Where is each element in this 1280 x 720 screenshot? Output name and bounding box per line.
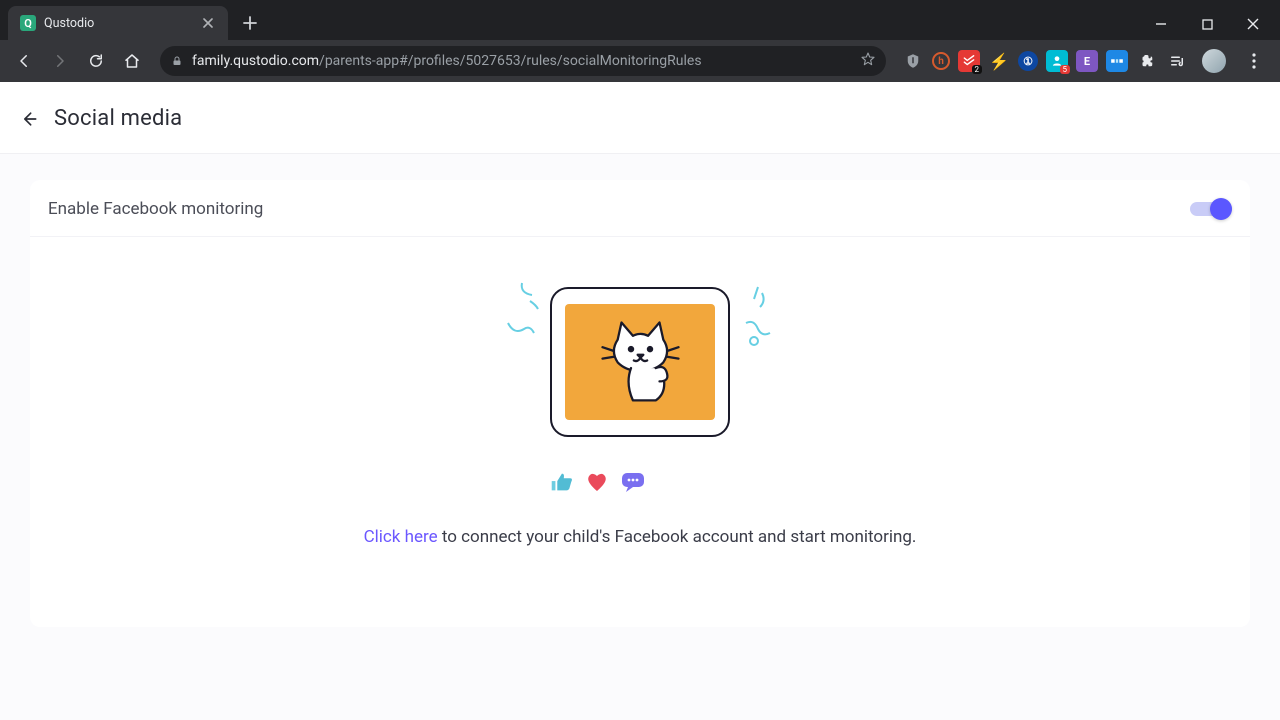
favicon: Q — [20, 15, 36, 31]
extension-bolt-icon[interactable]: ⚡ — [988, 50, 1010, 72]
page-header: Social media — [0, 82, 1280, 154]
browser-tab[interactable]: Q Qustodio — [8, 6, 228, 40]
comment-icon — [620, 471, 646, 493]
extension-circle-icon[interactable]: h — [932, 52, 950, 70]
heart-icon — [584, 471, 610, 493]
url-path: /parents-app#/profiles/5027653/rules/soc… — [319, 53, 702, 69]
facebook-monitoring-toggle[interactable] — [1190, 198, 1232, 220]
cat-illustration — [530, 277, 750, 457]
extension-blue-icon[interactable] — [1106, 50, 1128, 72]
lock-icon — [170, 54, 184, 68]
bookmark-star-icon[interactable] — [860, 51, 876, 71]
extension-1password-icon[interactable]: ① — [1018, 51, 1038, 71]
extension-todoist-icon[interactable]: 2 — [958, 50, 980, 72]
setting-row-facebook: Enable Facebook monitoring — [30, 180, 1250, 237]
minimize-button[interactable] — [1138, 8, 1184, 40]
extension-e-icon[interactable]: E — [1076, 50, 1098, 72]
browser-chrome: Q Qustodio family.qustodio.com/parents-a… — [0, 0, 1280, 82]
tabs-strip: Q Qustodio — [0, 6, 264, 40]
titlebar: Q Qustodio — [0, 0, 1280, 40]
close-tab-icon[interactable] — [200, 15, 216, 31]
reload-button[interactable] — [80, 45, 112, 77]
cta-rest-text: to connect your child's Facebook account… — [438, 527, 917, 547]
profile-avatar[interactable] — [1202, 49, 1226, 73]
back-button[interactable] — [8, 45, 40, 77]
media-control-icon[interactable] — [1166, 50, 1188, 72]
back-arrow-icon[interactable] — [18, 108, 40, 130]
extension-shield-icon[interactable] — [902, 50, 924, 72]
extension-icons: h 2 ⚡ ① 5 E — [898, 47, 1272, 75]
illustration-area: Click here to connect your child's Faceb… — [30, 237, 1250, 627]
chrome-menu-icon[interactable] — [1240, 47, 1268, 75]
extension-teal-icon[interactable]: 5 — [1046, 50, 1068, 72]
cat-icon — [593, 313, 688, 412]
forward-button[interactable] — [44, 45, 76, 77]
content-area: Enable Facebook monitoring — [0, 154, 1280, 720]
reactions-row — [548, 471, 646, 493]
maximize-button[interactable] — [1184, 8, 1230, 40]
photo-frame — [550, 287, 730, 437]
browser-toolbar: family.qustodio.com/parents-app#/profile… — [0, 40, 1280, 82]
like-icon — [548, 471, 574, 493]
home-button[interactable] — [116, 45, 148, 77]
toggle-knob — [1210, 198, 1232, 220]
connect-cta: Click here to connect your child's Faceb… — [364, 527, 917, 547]
page-title: Social media — [54, 106, 182, 131]
extension-badge: 2 — [972, 65, 983, 74]
extension-badge: 5 — [1060, 65, 1071, 74]
close-window-button[interactable] — [1230, 8, 1276, 40]
url-host: family.qustodio.com — [192, 53, 319, 69]
window-controls — [1138, 8, 1280, 40]
settings-card: Enable Facebook monitoring — [30, 180, 1250, 627]
tab-title: Qustodio — [44, 16, 94, 31]
new-tab-button[interactable] — [236, 9, 264, 37]
connect-facebook-link[interactable]: Click here — [364, 527, 438, 547]
photo-background — [565, 304, 715, 420]
extensions-menu-icon[interactable] — [1136, 50, 1158, 72]
setting-label: Enable Facebook monitoring — [48, 199, 263, 219]
address-bar[interactable]: family.qustodio.com/parents-app#/profile… — [160, 46, 886, 76]
url-text: family.qustodio.com/parents-app#/profile… — [192, 53, 702, 69]
page-viewport: Social media Enable Facebook monitoring — [0, 82, 1280, 720]
